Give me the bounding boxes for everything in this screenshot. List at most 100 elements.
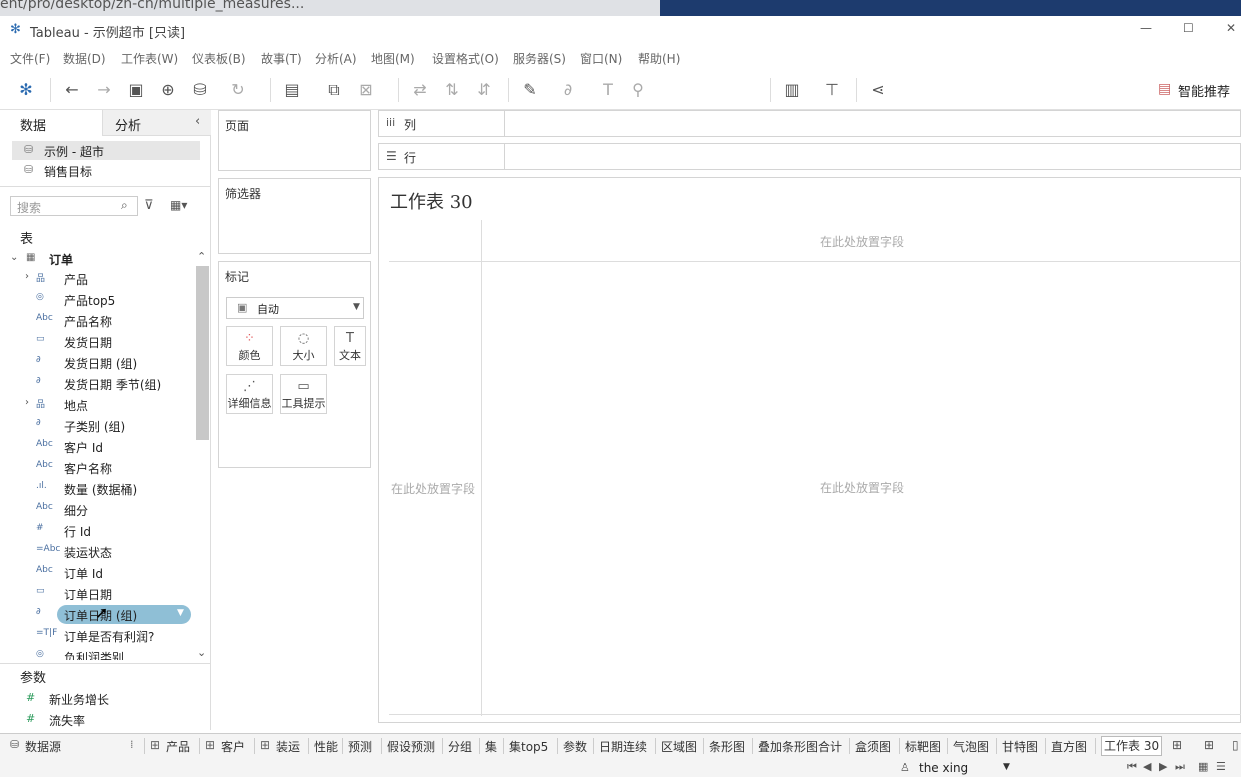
drop-zone-center[interactable]: 在此处放置字段	[820, 479, 904, 496]
grid-view-icon[interactable]: ▦	[1198, 760, 1208, 773]
new-sheet-icon[interactable]: ⊞	[1172, 738, 1182, 752]
scrollbar-thumb[interactable]	[196, 266, 209, 440]
sheet-tab[interactable]: 假设预测	[387, 738, 435, 755]
new-story-icon[interactable]: ▯	[1232, 738, 1239, 752]
menu-story[interactable]: 故事(T)	[261, 50, 302, 67]
sheet-tab[interactable]: 预测	[348, 738, 372, 755]
field-item[interactable]: Abc 客户名称	[0, 457, 195, 478]
undo-icon[interactable]: ←	[62, 80, 82, 100]
sheet-tab[interactable]: 区域图	[661, 738, 697, 755]
mark-type-select[interactable]: ▣ 自动 ▼	[226, 297, 364, 319]
pages-shelf[interactable]: 页面	[218, 110, 371, 171]
drop-zone-rows[interactable]: 在此处放置字段	[391, 480, 475, 497]
sheet-tab[interactable]: 集top5	[509, 738, 548, 755]
smart-recommend-button[interactable]: 智能推荐	[1178, 81, 1230, 100]
show-cards-icon[interactable]: ▥	[782, 80, 802, 100]
menu-analysis[interactable]: 分析(A)	[315, 50, 357, 67]
sort-asc-icon[interactable]: ⇅	[442, 80, 462, 100]
maximize-button[interactable]: ☐	[1183, 21, 1194, 35]
minimize-button[interactable]: —	[1140, 21, 1152, 35]
sheet-tab[interactable]: 参数	[563, 738, 587, 755]
first-page-icon[interactable]: ⏮	[1127, 760, 1137, 774]
refresh-icon[interactable]: ↻	[228, 80, 248, 100]
field-item[interactable]: =T|F 订单是否有利润?	[0, 625, 195, 646]
param-item[interactable]: # 新业务增长	[0, 688, 195, 709]
chevron-down-icon[interactable]: ▼	[1003, 762, 1010, 772]
field-item[interactable]: ∂ 子类别 (组)	[0, 415, 195, 436]
menu-help[interactable]: 帮助(H)	[638, 50, 680, 67]
rows-shelf[interactable]: ☰ 行	[378, 143, 1241, 170]
menu-worksheet[interactable]: 工作表(W)	[121, 50, 178, 67]
menu-server[interactable]: 服务器(S)	[513, 50, 566, 67]
redo-icon[interactable]: →	[94, 80, 114, 100]
presentation-icon[interactable]: ⊤	[822, 80, 842, 100]
clear-sheet-icon[interactable]: ⊠	[356, 80, 376, 100]
save-icon[interactable]: ▣	[126, 80, 146, 100]
duplicate-icon[interactable]: ⧉	[324, 80, 344, 100]
tableau-home-icon[interactable]: ✻	[16, 80, 36, 100]
field-item[interactable]: ∂ 发货日期 季节(组)	[0, 373, 195, 394]
field-item[interactable]: ▭ 订单日期	[0, 583, 195, 604]
filters-shelf[interactable]: 筛选器	[218, 178, 371, 254]
field-item[interactable]: ∂ 发货日期 (组)	[0, 352, 195, 373]
collapse-pane-icon[interactable]: ‹	[195, 114, 200, 129]
color-button[interactable]: ⁘ 颜色	[226, 326, 273, 366]
field-item[interactable]: # 行 Id	[0, 520, 195, 541]
new-datasource-icon[interactable]: ⊕	[158, 80, 178, 100]
sheet-tab[interactable]: 性能	[314, 738, 338, 755]
scroll-up-icon[interactable]: ⌃	[197, 250, 206, 263]
menu-data[interactable]: 数据(D)	[63, 50, 106, 67]
sheet-tab[interactable]: 甘特图	[1002, 738, 1038, 755]
user-name[interactable]: the xing	[919, 761, 968, 775]
sheet-tab[interactable]: 直方图	[1051, 738, 1087, 755]
menu-dashboard[interactable]: 仪表板(B)	[192, 50, 246, 67]
list-view-icon[interactable]: ☰	[1216, 760, 1226, 773]
tooltip-button[interactable]: ▭ 工具提示	[280, 374, 327, 414]
chevron-down-icon[interactable]: ▼	[177, 608, 184, 618]
sheet-tab[interactable]: 日期连续	[599, 738, 647, 755]
sheet-tab[interactable]: 工作表 30	[1101, 736, 1163, 756]
size-button[interactable]: ◌ 大小	[280, 326, 327, 366]
sort-desc-icon[interactable]: ⇵	[474, 80, 494, 100]
sheet-tab[interactable]: 条形图	[709, 738, 745, 755]
field-item[interactable]: ◎ 产品top5	[0, 289, 195, 310]
datasource-icon[interactable]: ⛁	[190, 80, 210, 100]
sheet-tab[interactable]: 叠加条形图合计	[758, 738, 842, 755]
group-members-icon[interactable]: ∂	[558, 80, 578, 100]
text-button[interactable]: T 文本	[334, 326, 366, 366]
field-item[interactable]: › 品 产品	[0, 268, 195, 289]
share-icon[interactable]: ⋖	[868, 80, 888, 100]
detail-button[interactable]: ⋰ 详细信息	[226, 374, 273, 414]
sheet-tab[interactable]: 装运	[276, 738, 300, 755]
menu-map[interactable]: 地图(M)	[371, 50, 415, 67]
swap-icon[interactable]: ⇄	[410, 80, 430, 100]
field-item[interactable]: ◎ 负利润类别	[0, 646, 195, 660]
field-item[interactable]: Abc 订单 Id	[0, 562, 195, 583]
field-item[interactable]: .ıl. 数量 (数据桶)	[0, 478, 195, 499]
next-page-icon[interactable]: ▶	[1159, 760, 1167, 773]
sheet-tab[interactable]: 产品	[166, 738, 190, 755]
sheet-tab[interactable]: 标靶图	[905, 738, 941, 755]
field-item[interactable]: ▭ 发货日期	[0, 331, 195, 352]
field-item[interactable]: =Abc 装运状态	[0, 541, 195, 562]
field-item[interactable]: Abc 细分	[0, 499, 195, 520]
sheet-tab[interactable]: 集	[485, 738, 497, 755]
expand-icon[interactable]: ›	[25, 271, 29, 282]
sheet-tab[interactable]: 盒须图	[855, 738, 891, 755]
prev-page-icon[interactable]: ◀	[1143, 760, 1151, 773]
field-item[interactable]: › 品 地点	[0, 394, 195, 415]
pin-icon[interactable]: ⚲	[628, 80, 648, 100]
drop-zone-columns[interactable]: 在此处放置字段	[820, 233, 904, 250]
menu-format[interactable]: 设置格式(O)	[432, 50, 499, 67]
close-button[interactable]: ✕	[1226, 21, 1236, 35]
show-labels-icon[interactable]: T	[598, 80, 618, 100]
sheet-tab[interactable]: 气泡图	[953, 738, 989, 755]
expand-icon[interactable]: ›	[25, 397, 29, 408]
columns-shelf[interactable]: iii 列	[378, 110, 1241, 137]
field-item[interactable]: Abc 客户 Id	[0, 436, 195, 457]
highlight-icon[interactable]: ✎	[520, 80, 540, 100]
param-item[interactable]: # 流失率	[0, 709, 195, 730]
sheet-tab[interactable]: 分组	[448, 738, 472, 755]
new-worksheet-icon[interactable]: ▤	[282, 80, 302, 100]
last-page-icon[interactable]: ⏭	[1175, 760, 1185, 774]
